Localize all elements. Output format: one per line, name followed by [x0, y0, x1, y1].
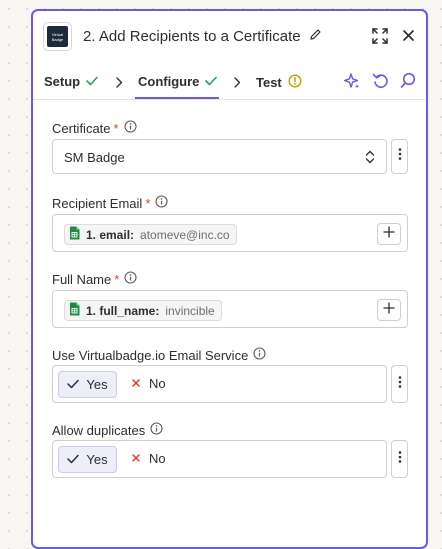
email-service-toggle-group: Yes No	[52, 365, 387, 403]
close-icon[interactable]	[402, 29, 415, 47]
google-sheets-icon	[69, 226, 80, 243]
expand-icon[interactable]	[372, 28, 388, 49]
recipient-email-label: Recipient Email *	[52, 195, 168, 211]
check-icon	[205, 74, 218, 89]
add-mapping-button[interactable]	[377, 299, 401, 321]
x-icon	[131, 451, 141, 466]
chevron-right-icon	[233, 75, 241, 93]
undo-icon[interactable]	[372, 72, 388, 94]
info-icon[interactable]	[155, 195, 168, 211]
allow-duplicates-label-text: Allow duplicates	[52, 422, 146, 438]
x-icon	[131, 376, 141, 391]
check-icon	[67, 377, 80, 392]
check-icon	[86, 74, 98, 89]
full-name-label: Full Name *	[52, 271, 137, 287]
step-tabs: Setup Configure Test	[33, 63, 426, 100]
email-service-label-text: Use Virtualbadge.io Email Service	[52, 347, 249, 363]
plus-icon	[383, 225, 395, 243]
add-mapping-button[interactable]	[377, 223, 401, 245]
warning-icon	[288, 74, 302, 91]
active-tab-indicator	[135, 97, 219, 99]
step-title: 2. Add Recipients to a Certificate	[83, 28, 301, 45]
allow-duplicates-more-button[interactable]	[391, 440, 408, 478]
recipient-email-field[interactable]: 1. email: atomeve@inc.co	[52, 214, 408, 252]
tab-test-label: Test	[256, 75, 282, 90]
no-option-button[interactable]: No	[131, 451, 166, 466]
kebab-icon	[398, 450, 402, 469]
full-name-label-text: Full Name	[52, 271, 112, 287]
required-marker: *	[114, 271, 120, 287]
step-panel: Virtual Badge 2. Add Recipients to a Cer…	[31, 9, 428, 549]
tab-setup-label: Setup	[44, 74, 81, 89]
tab-configure[interactable]: Configure	[138, 74, 218, 89]
ai-sparkle-icon[interactable]	[343, 72, 361, 95]
mapped-field-pill[interactable]: 1. email: atomeve@inc.co	[64, 224, 237, 245]
allow-duplicates-toggle-group: Yes No	[52, 440, 387, 478]
pill-key: 1. full_name:	[86, 303, 160, 318]
required-marker: *	[145, 195, 151, 211]
step-header: Virtual Badge 2. Add Recipients to a Cer…	[33, 11, 426, 63]
no-label: No	[149, 376, 166, 391]
tab-test[interactable]: Test	[256, 74, 302, 91]
tab-setup[interactable]: Setup	[44, 74, 98, 89]
yes-option-button[interactable]: Yes	[58, 446, 117, 473]
google-sheets-icon	[69, 302, 80, 319]
yes-label: Yes	[86, 377, 108, 392]
info-icon[interactable]	[124, 271, 137, 287]
yes-option-button[interactable]: Yes	[58, 371, 117, 398]
check-icon	[67, 452, 80, 467]
certificate-label: Certificate *	[52, 120, 137, 136]
mapped-field-pill[interactable]: 1. full_name: invincible	[64, 300, 222, 321]
info-icon[interactable]	[150, 422, 163, 438]
plus-icon	[383, 301, 395, 319]
certificate-more-button[interactable]	[391, 139, 408, 174]
app-logo: Virtual Badge	[43, 22, 72, 51]
certificate-select[interactable]: SM Badge	[52, 139, 387, 174]
allow-duplicates-label: Allow duplicates	[52, 422, 163, 438]
kebab-icon	[398, 147, 402, 166]
chevron-updown-icon	[365, 149, 375, 170]
recipient-email-label-text: Recipient Email	[52, 195, 143, 211]
no-label: No	[149, 451, 166, 466]
pill-value: atomeve@inc.co	[140, 227, 230, 242]
required-marker: *	[113, 120, 119, 136]
certificate-label-text: Certificate	[52, 120, 111, 136]
pencil-icon[interactable]	[309, 28, 322, 46]
info-icon[interactable]	[124, 120, 137, 136]
certificate-selected-value: SM Badge	[64, 150, 125, 165]
email-service-label: Use Virtualbadge.io Email Service	[52, 347, 266, 363]
pill-key: 1. email:	[86, 227, 135, 242]
logo-text-line2: Badge	[51, 36, 64, 42]
full-name-field[interactable]: 1. full_name: invincible	[52, 290, 408, 328]
info-icon[interactable]	[253, 347, 266, 363]
chevron-right-icon	[115, 75, 123, 93]
yes-label: Yes	[86, 452, 108, 467]
kebab-icon	[398, 375, 402, 394]
pill-value: invincible	[165, 303, 215, 318]
no-option-button[interactable]: No	[131, 376, 166, 391]
tab-configure-label: Configure	[138, 74, 200, 89]
email-service-more-button[interactable]	[391, 365, 408, 403]
search-icon[interactable]	[400, 72, 416, 94]
